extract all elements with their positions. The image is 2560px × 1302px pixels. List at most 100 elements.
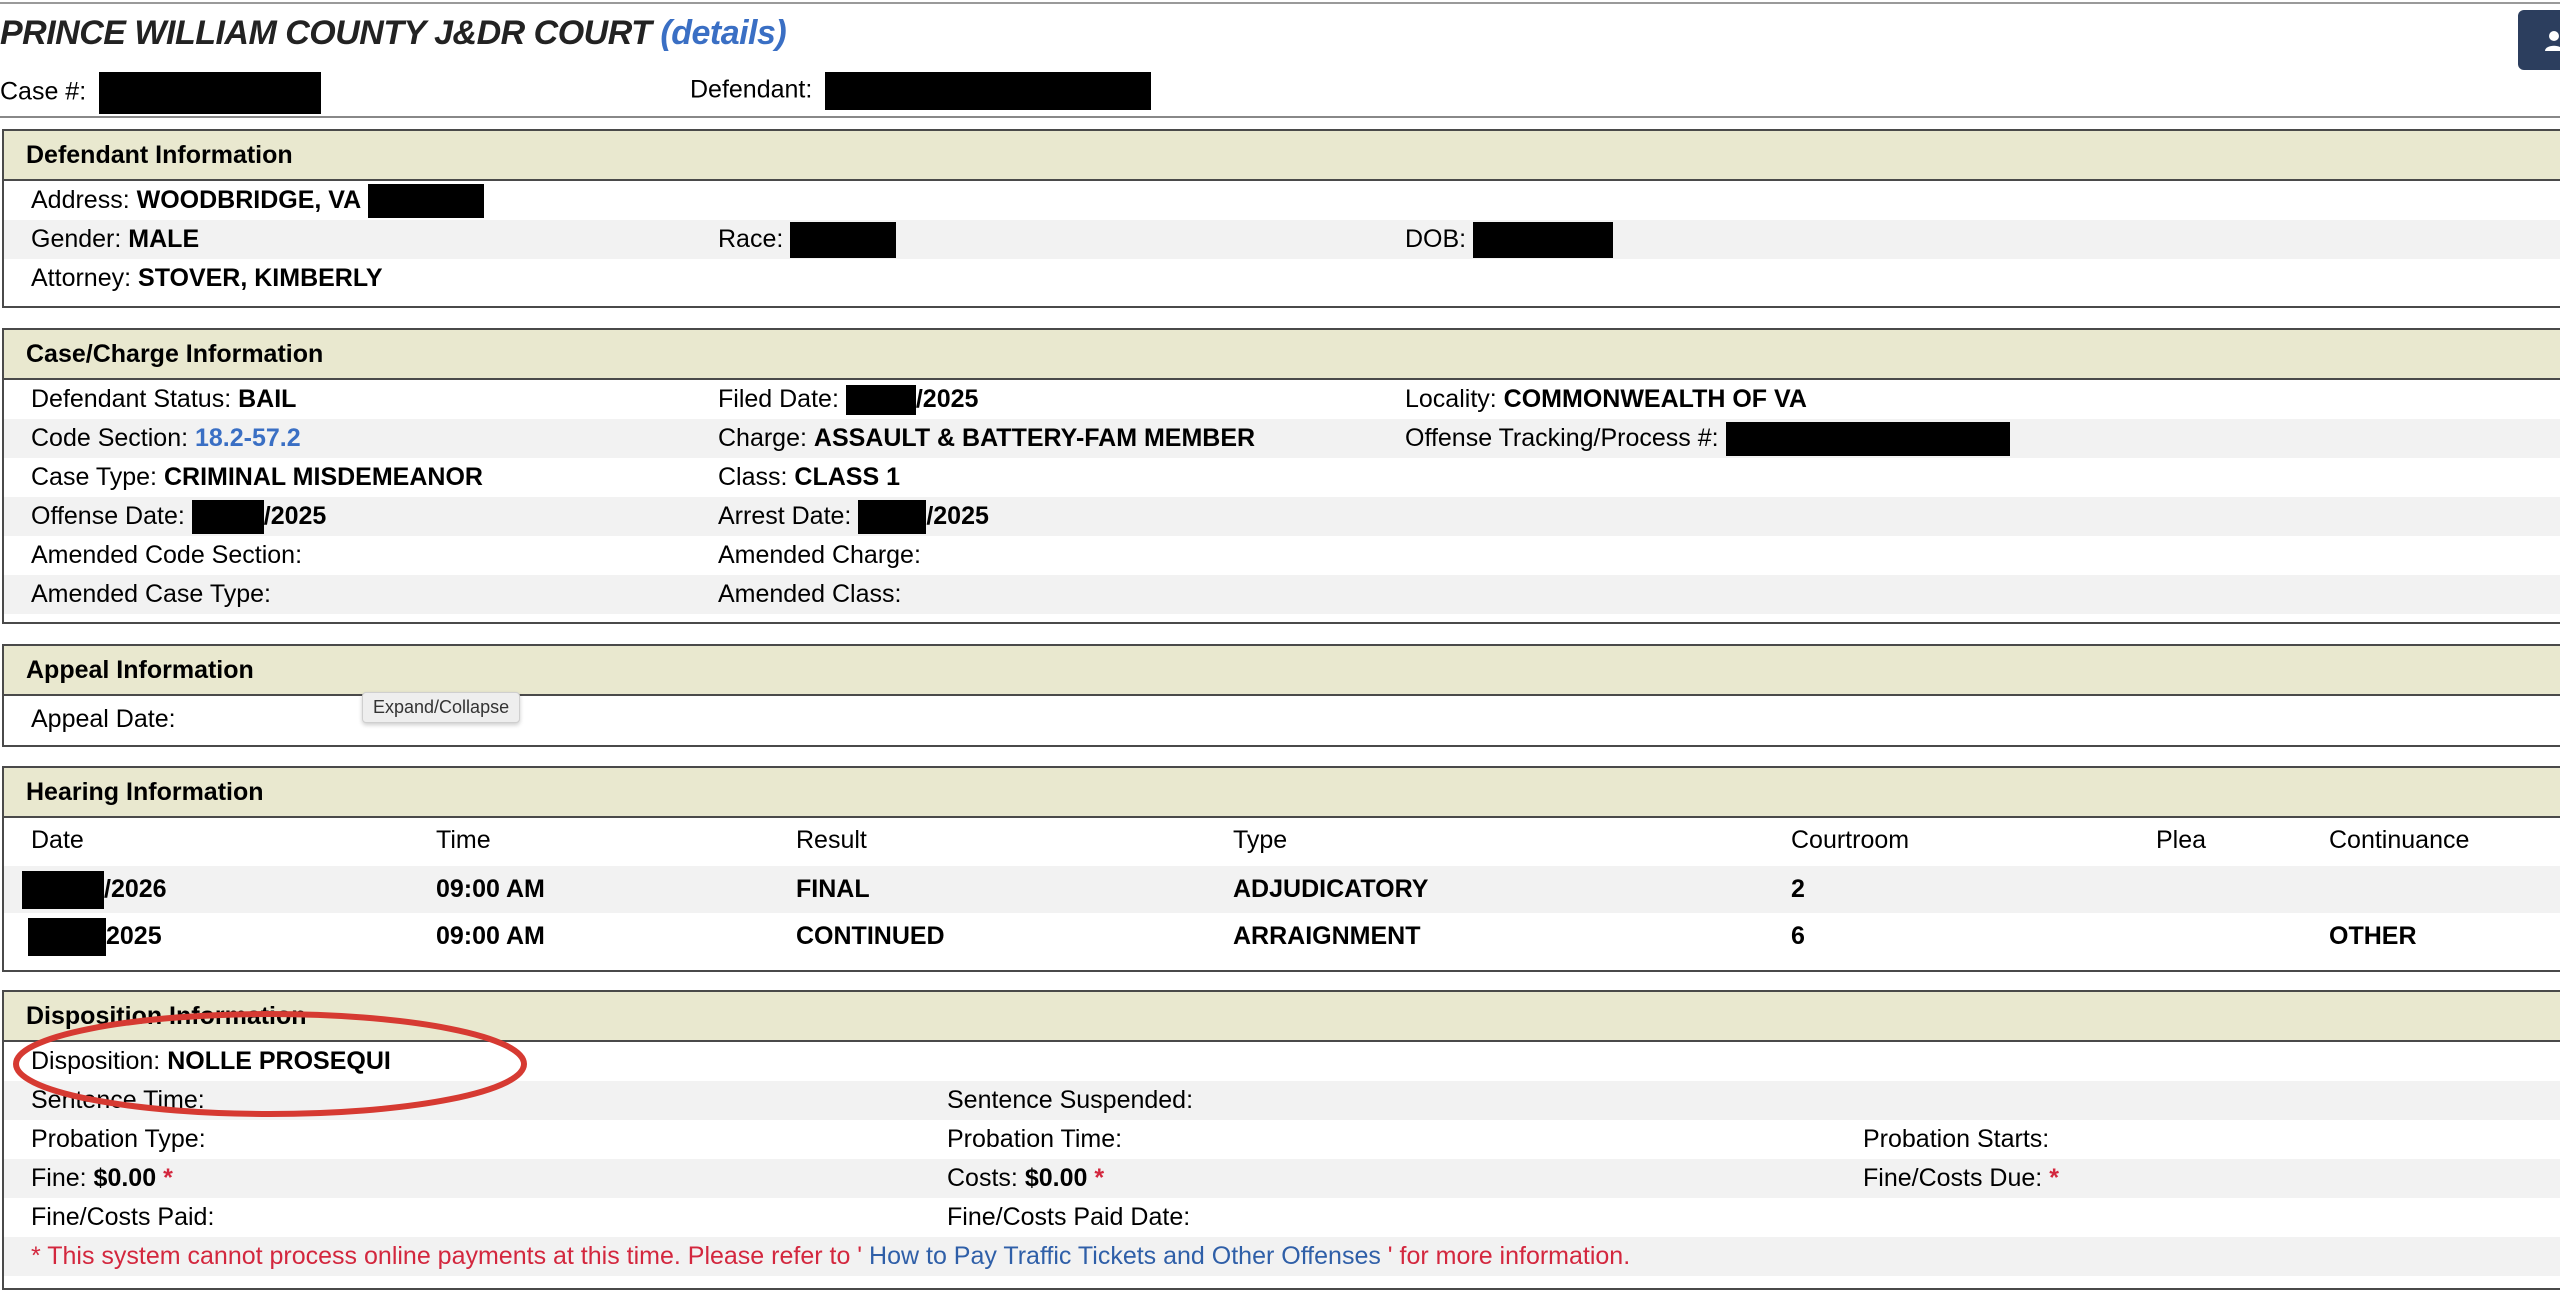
hearing-result: CONTINUED (796, 922, 945, 950)
case-number-label: Case #: (0, 77, 87, 106)
field-label: Amended Code Section: (31, 541, 303, 569)
column-header-date: Date (31, 826, 84, 854)
how-to-pay-link[interactable]: How to Pay Traffic Tickets and Other Off… (862, 1242, 1388, 1270)
charge-value: ASSAULT & BATTERY-FAM MEMBER (813, 424, 1256, 452)
field-label: Locality: (1405, 385, 1497, 413)
column-header-continuance: Continuance (2329, 826, 2470, 854)
field-label: Class: (718, 463, 788, 491)
case-number: Case #: (0, 72, 322, 114)
field-label: Disposition: (31, 1047, 161, 1075)
field-label: Defendant Status: (31, 385, 232, 413)
field-label: Charge: (718, 424, 807, 452)
charge-field: Charge: ASSAULT & BATTERY-FAM MEMBER (718, 419, 1255, 458)
hearing-continuance: OTHER (2329, 922, 2417, 950)
date-value: /2026 (104, 875, 167, 903)
redaction (368, 184, 485, 219)
redaction (845, 385, 916, 416)
user-icon (2545, 31, 2560, 51)
hearing-date: 2025 (28, 913, 162, 960)
dob-field: DOB: (1405, 220, 1614, 259)
appeal-date-field: Appeal Date: (31, 696, 176, 743)
court-title: PRINCE WILLIAM COUNTY J&DR COURT (detail… (0, 14, 787, 53)
section-header[interactable]: Appeal Information (4, 646, 2560, 696)
amended-charge-field: Amended Charge: (718, 536, 921, 575)
required-asterisk: * (2049, 1164, 2059, 1192)
disposition-information-section: Disposition Information Disposition: NOL… (2, 990, 2560, 1290)
redaction (99, 72, 322, 114)
amended-class-field: Amended Class: (718, 575, 901, 614)
case-type-value: CRIMINAL MISDEMEANOR (163, 463, 483, 491)
redaction (1473, 222, 1614, 259)
info-row: Case Type: CRIMINAL MISDEMEANOR Class: C… (4, 458, 2560, 497)
disposition-field: Disposition: NOLLE PROSEQUI (31, 1042, 391, 1081)
hearing-courtroom: 6 (1791, 922, 1805, 950)
fine-value: $0.00 (93, 1164, 157, 1192)
info-row: Code Section: 18.2-57.2 Charge: ASSAULT … (4, 419, 2560, 458)
table-header: Date Time Result Type Courtroom Plea Con… (4, 818, 2560, 866)
code-section-link[interactable]: 18.2-57.2 (195, 424, 301, 452)
race-field: Race: (718, 220, 897, 259)
offense-date-field: Offense Date: /2025 (31, 497, 326, 536)
court-name: PRINCE WILLIAM COUNTY J&DR COURT (0, 14, 652, 52)
defendant-label: Defendant: (690, 75, 813, 104)
notice-text: * This system cannot process online paym… (31, 1242, 863, 1270)
user-menu-button[interactable] (2518, 10, 2560, 70)
field-label: Arrest Date: (718, 502, 852, 530)
field-label: Attorney: (31, 264, 132, 292)
hearing-time: 09:00 AM (436, 875, 545, 903)
status-value: BAIL (238, 385, 297, 413)
defendant-name: Defendant: (690, 72, 1152, 110)
class-field: Class: CLASS 1 (718, 458, 900, 497)
filed-date-field: Filed Date: /2025 (718, 380, 978, 419)
field-label: Address: (31, 186, 130, 214)
address-value: WOODBRIDGE, VA (136, 186, 362, 214)
date-value: 2025 (106, 922, 162, 950)
amended-code-field: Amended Code Section: (31, 536, 302, 575)
field-label: Amended Class: (718, 580, 902, 608)
redaction (191, 500, 264, 535)
top-border (0, 2, 2560, 4)
table-row: 2025 09:00 AM CONTINUED ARRAIGNMENT 6 OT… (4, 913, 2560, 960)
column-header-type: Type (1233, 826, 1288, 854)
table-row: /2026 09:00 AM FINAL ADJUDICATORY 2 (4, 866, 2560, 913)
class-value: CLASS 1 (794, 463, 901, 491)
redaction (790, 222, 897, 259)
case-type-field: Case Type: CRIMINAL MISDEMEANOR (31, 458, 483, 497)
fine-costs-due-field: Fine/Costs Due: * (1863, 1159, 2059, 1198)
info-row: Address: WOODBRIDGE, VA (4, 181, 2560, 220)
field-label: Costs: (947, 1164, 1018, 1192)
disposition-value: NOLLE PROSEQUI (167, 1047, 391, 1075)
probation-type-field: Probation Type: (31, 1125, 206, 1153)
column-header-time: Time (436, 826, 491, 854)
attorney-value: STOVER, KIMBERLY (138, 264, 383, 292)
filed-value: /2025 (915, 385, 979, 413)
payment-notice: * This system cannot process online paym… (31, 1237, 1630, 1276)
column-header-plea: Plea (2156, 826, 2207, 854)
field-label: Case Type: (31, 463, 158, 491)
info-row: Sentence Time: Sentence Suspended: (4, 1081, 2560, 1120)
column-header-courtroom: Courtroom (1791, 826, 1910, 854)
section-header[interactable]: Case/Charge Information (4, 330, 2560, 380)
info-row: Fine: $0.00 * Costs: $0.00 * Fine/Costs … (4, 1159, 2560, 1198)
section-header[interactable]: Hearing Information (4, 768, 2560, 818)
info-row: Defendant Status: BAIL Filed Date: /2025… (4, 380, 2560, 419)
costs-field: Costs: $0.00 * (947, 1159, 1104, 1198)
section-header[interactable]: Disposition Information (4, 992, 2560, 1042)
section-header[interactable]: Defendant Information (4, 131, 2560, 181)
fine-costs-paid-date-field: Fine/Costs Paid Date: (947, 1203, 1191, 1231)
probation-time-field: Probation Time: (947, 1125, 1123, 1153)
fine-costs-paid-field: Fine/Costs Paid: (31, 1203, 215, 1231)
header-divider (0, 116, 2560, 118)
field-label: Offense Tracking/Process #: (1405, 424, 1719, 452)
probation-starts-field: Probation Starts: (1863, 1125, 2050, 1153)
redaction (22, 871, 104, 910)
hearing-type: ARRAIGNMENT (1233, 922, 1421, 950)
hearing-date: /2026 (22, 866, 167, 913)
costs-value: $0.00 (1024, 1164, 1088, 1192)
locality-field: Locality: COMMONWEALTH OF VA (1405, 380, 1807, 419)
arrest-date-field: Arrest Date: /2025 (718, 497, 989, 536)
attorney-field: Attorney: STOVER, KIMBERLY (31, 259, 383, 298)
info-row: Fine/Costs Paid: Fine/Costs Paid Date: (4, 1198, 2560, 1237)
offense-date-value: /2025 (263, 502, 327, 530)
details-link[interactable]: (details) (660, 14, 786, 52)
